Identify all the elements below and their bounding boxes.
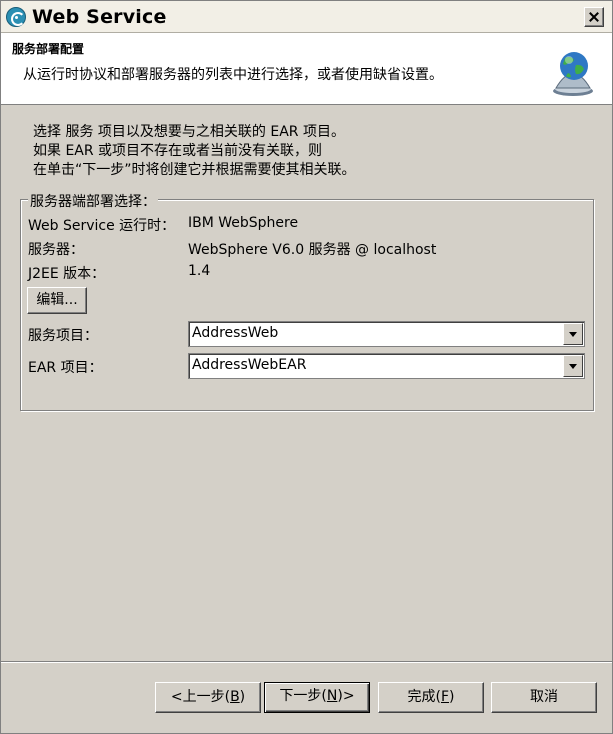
runtime-label: Web Service 运行时： (28, 218, 176, 234)
next-label: 下一步( (279, 688, 327, 704)
intro-text: 选择 服务 项目以及想要与之相关联的 EAR 项目。 如果 EAR 或项目不存在… (33, 123, 356, 180)
back-button[interactable]: <上一步(B) (155, 682, 261, 713)
group-legend: 服务器端部署选择： (28, 191, 158, 211)
chevron-down-icon[interactable] (563, 323, 583, 345)
close-icon[interactable] (584, 7, 604, 27)
j2ee-version-value: 1.4 (188, 263, 211, 279)
title-bar: Web Service (1, 1, 612, 33)
finish-button[interactable]: 完成(F) (378, 682, 484, 713)
wizard-banner: 服务部署配置 从运行时协议和部署服务器的列表中进行选择，或者使用缺省设置。 (1, 33, 612, 105)
finish-label-end: ) (449, 689, 455, 705)
server-label: 服务器： (28, 242, 84, 258)
finish-mnemonic: F (440, 689, 450, 705)
globe-service-icon (553, 52, 593, 96)
next-mnemonic: N (326, 688, 338, 704)
back-mnemonic: B (230, 689, 240, 705)
intro-line: 选择 服务 项目以及想要与之相关联的 EAR 项目。 (33, 124, 345, 140)
web-service-icon (6, 7, 26, 27)
back-label: <上一步( (170, 689, 231, 705)
footer-separator (1, 661, 612, 663)
ear-project-combo[interactable]: AddressWebEAR (188, 353, 585, 379)
next-label-end: )> (337, 688, 355, 704)
dialog-window: Web Service 服务部署配置 从运行时协议和部署服务器的列表中进行选择，… (0, 0, 613, 734)
next-button[interactable]: 下一步(N)> (264, 682, 370, 713)
ear-project-value: AddressWebEAR (192, 357, 307, 373)
edit-button[interactable]: 编辑... (27, 287, 87, 314)
cancel-button[interactable]: 取消 (491, 682, 597, 713)
service-project-label: 服务项目： (28, 328, 98, 344)
service-project-value: AddressWeb (192, 325, 279, 341)
server-value: WebSphere V6.0 服务器 @ localhost (188, 242, 437, 258)
ear-project-label: EAR 项目： (28, 360, 103, 376)
runtime-value: IBM WebSphere (188, 215, 299, 231)
j2ee-version-label: J2EE 版本： (28, 266, 106, 282)
intro-line: 在单击“下一步”时将创建它并根据需要使其相关联。 (33, 162, 356, 178)
window-title: Web Service (32, 6, 167, 28)
intro-line: 如果 EAR 或项目不存在或者当前没有关联，则 (33, 143, 323, 159)
chevron-down-icon[interactable] (563, 355, 583, 377)
banner-title: 服务部署配置 (12, 42, 85, 56)
back-label-end: ) (239, 689, 246, 705)
finish-label: 完成( (407, 689, 441, 705)
service-project-combo[interactable]: AddressWeb (188, 321, 585, 347)
banner-description: 从运行时协议和部署服务器的列表中进行选择，或者使用缺省设置。 (23, 67, 443, 83)
